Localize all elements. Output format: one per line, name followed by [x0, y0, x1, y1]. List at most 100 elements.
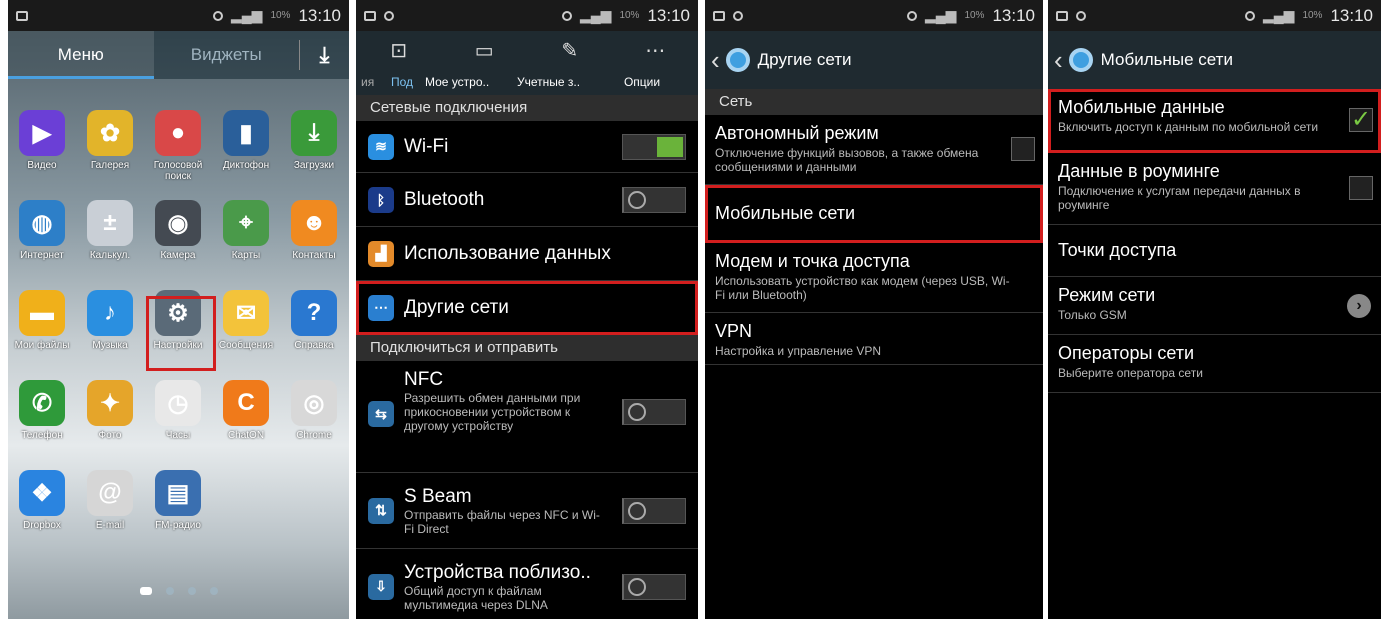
signal-icon: ▂▄▆ — [230, 7, 263, 23]
back-chevron-icon[interactable]: ‹ — [1054, 45, 1063, 76]
section-header: Сеть — [705, 89, 1043, 115]
app-label: Контакты — [292, 250, 336, 261]
wifi-toggle[interactable] — [622, 134, 686, 160]
nearby-toggle[interactable] — [622, 574, 686, 600]
back-chevron-icon[interactable]: ‹ — [711, 45, 720, 76]
alarm-icon — [1244, 10, 1255, 21]
clock-icon: ◷ — [155, 380, 201, 426]
nearby-icon: ⇩ — [368, 573, 394, 600]
app-phone[interactable]: ✆ Телефон — [8, 380, 76, 441]
app-radio[interactable]: ▤ FM-радио — [144, 470, 212, 531]
nfc-toggle[interactable] — [622, 399, 686, 425]
tab-my-device[interactable]: Мое устро.. — [420, 75, 512, 89]
screen-header[interactable]: ‹ Другие сети — [705, 31, 1043, 89]
app-dropbox[interactable]: ❖ Dropbox — [8, 470, 76, 531]
screenshot-icon — [1056, 10, 1068, 21]
bluetooth-row[interactable]: ᛒ Bluetooth — [356, 173, 698, 227]
connections-icon[interactable]: ⊡ — [356, 38, 442, 63]
airplane-mode-row[interactable]: Автономный режим Отключение функций вызо… — [705, 115, 1043, 185]
data-usage-icon: ▟ — [368, 240, 394, 267]
tab-connections[interactable]: Под — [386, 75, 420, 89]
app-music[interactable]: ♪ Музыка — [76, 290, 144, 351]
device-icon[interactable]: ▭ — [442, 38, 528, 63]
accounts-icon[interactable]: ✎ — [527, 38, 613, 63]
wifi-status-icon — [1076, 10, 1086, 21]
nearby-devices-row[interactable]: ⇩ Устройства поблизо.. Общий доступ к фа… — [356, 549, 698, 619]
app-contacts[interactable]: ☻ Контакты — [280, 200, 348, 261]
nearby-title: Устройства поблизо.. — [404, 561, 591, 583]
app-label: Галерея — [90, 160, 130, 171]
app-clock[interactable]: ◷ Часы — [144, 380, 212, 441]
app-email[interactable]: @ E-mail — [76, 470, 144, 531]
options-icon[interactable]: ⋯ — [613, 38, 699, 63]
app-chrome[interactable]: ◎ Chrome — [280, 380, 348, 441]
download-icon[interactable]: ⤓ — [299, 40, 349, 70]
app-message[interactable]: ✉ Сообщения — [212, 290, 280, 351]
clock-time: 13:10 — [647, 5, 690, 25]
sbeam-row[interactable]: ⇅ S Beam Отправить файлы через NFC и Wi-… — [356, 473, 698, 549]
screenshot-icon — [713, 10, 725, 21]
mobile-data-row[interactable]: Мобильные данные Включить доступ к данны… — [1048, 89, 1381, 153]
tab-partial[interactable]: ия — [356, 75, 386, 89]
tab-accounts[interactable]: Учетные з.. — [512, 75, 612, 89]
app-camera[interactable]: ◉ Камера — [144, 200, 212, 261]
status-bar: ▂▄▆ 10% 13:10 — [1048, 0, 1381, 31]
data-roaming-row[interactable]: Данные в роуминге Подключение к услугам … — [1048, 153, 1381, 225]
mobile-networks-row[interactable]: Мобильные сети — [705, 185, 1043, 243]
nfc-row[interactable]: ⇆ NFC Разрешить обмен данными при прикос… — [356, 361, 698, 473]
tab-menu[interactable]: Меню — [8, 31, 154, 79]
app-mic[interactable]: ● Голосовой поиск — [144, 110, 212, 182]
app-help[interactable]: ? Справка — [280, 290, 348, 351]
app-photos[interactable]: ✦ Фото — [76, 380, 144, 441]
highlight-mobile-data — [1048, 89, 1381, 153]
data-roaming-checkbox[interactable] — [1349, 175, 1373, 200]
screen-header[interactable]: ‹ Мобильные сети — [1048, 31, 1381, 89]
sbeam-toggle[interactable] — [622, 498, 686, 524]
screenshot-icon — [16, 10, 28, 21]
tab-widgets[interactable]: Виджеты — [154, 31, 300, 79]
app-play[interactable]: ▶ Видео — [8, 110, 76, 171]
page-title: Другие сети — [757, 50, 852, 69]
app-folder[interactable]: ▬ Мои файлы — [8, 290, 76, 351]
app-globe[interactable]: ◍ Интернет — [8, 200, 76, 261]
app-recorder[interactable]: ▮ Диктофон — [212, 110, 280, 171]
app-label: Видео — [27, 160, 57, 171]
tethering-row[interactable]: Модем и точка доступа Использовать устро… — [705, 243, 1043, 313]
bluetooth-toggle[interactable] — [622, 187, 686, 213]
music-icon: ♪ — [87, 290, 133, 336]
wifi-row[interactable]: ≋ Wi-Fi — [356, 121, 698, 173]
vpn-row[interactable]: VPN Настройка и управление VPN — [705, 313, 1043, 365]
alarm-icon — [906, 10, 917, 21]
globe-icon: ◍ — [19, 200, 65, 246]
item-subtitle: Отключение функций вызовов, а также обме… — [715, 146, 979, 174]
camera-icon: ◉ — [155, 200, 201, 246]
item-subtitle: Только GSM — [1058, 308, 1127, 322]
app-calculator[interactable]: ± Калькул. — [76, 200, 144, 261]
chrome-icon: ◎ — [291, 380, 337, 426]
app-maps[interactable]: ⌖ Карты — [212, 200, 280, 261]
app-label: Музыка — [92, 340, 128, 351]
app-download[interactable]: ⤓ Загрузки — [280, 110, 348, 171]
chevron-right-icon[interactable]: › — [1347, 293, 1371, 318]
wifi-status-icon — [384, 10, 394, 21]
airplane-mode-checkbox[interactable] — [1011, 136, 1035, 161]
battery-percent: 10% — [270, 10, 291, 21]
wifi-status-icon — [733, 10, 743, 21]
status-bar: ▂▄▆ 10% 13:10 — [356, 0, 698, 31]
sbeam-title: S Beam — [404, 485, 472, 507]
network-mode-row[interactable]: Режим сети Только GSM › — [1048, 277, 1381, 335]
app-chaton[interactable]: C ChatON — [212, 380, 280, 441]
status-bar: ▂▄▆ 10% 13:10 — [705, 0, 1043, 31]
nfc-subtitle: Разрешить обмен данными при прикосновени… — [404, 391, 581, 433]
chaton-icon: C — [223, 380, 269, 426]
access-points-row[interactable]: Точки доступа — [1048, 225, 1381, 277]
network-operators-row[interactable]: Операторы сети Выберите оператора сети — [1048, 335, 1381, 393]
settings-tabs: ⊡ ▭ ✎ ⋯ ия Под Мое устро.. Учетные з.. О… — [356, 31, 698, 95]
other-networks-row[interactable]: ⋯ Другие сети — [356, 281, 698, 335]
section-header: Подключиться и отправить — [356, 335, 698, 361]
data-usage-row[interactable]: ▟ Использование данных — [356, 227, 698, 281]
message-icon: ✉ — [223, 290, 269, 336]
tab-options[interactable]: Опции — [612, 75, 672, 89]
app-gallery[interactable]: ✿ Галерея — [76, 110, 144, 171]
app-label: Диктофон — [222, 160, 270, 171]
